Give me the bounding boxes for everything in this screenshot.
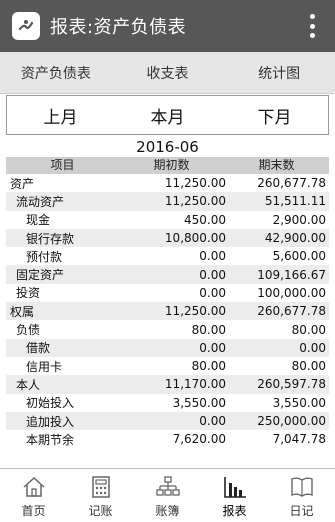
nav-record-label: 记账: [88, 504, 113, 518]
ledger-tree-icon: [155, 476, 180, 496]
row-begin: 0.00: [199, 267, 226, 282]
table-row[interactable]: 信用卡 80.00 80.00: [6, 357, 329, 375]
row-item: 本人: [16, 377, 41, 392]
row-begin: 3,550.00: [172, 395, 226, 410]
tab-statistics-chart[interactable]: 统计图: [223, 52, 335, 93]
row-begin: 80.00: [191, 359, 226, 374]
row-item: 权属: [10, 304, 35, 319]
nav-diary-label: 日记: [289, 504, 314, 518]
diary-book-icon: [290, 477, 313, 497]
row-begin: 80.00: [191, 322, 226, 337]
row-begin: 11,170.00: [164, 377, 226, 392]
table-row[interactable]: 流动资产 11,250.00 51,511.11: [6, 192, 329, 211]
row-end: 0.00: [299, 340, 326, 355]
row-item: 固定资产: [16, 268, 65, 283]
row-begin: 0.00: [199, 249, 226, 264]
table-row[interactable]: 银行存款 10,800.00 42,900.00: [6, 228, 329, 248]
period-selector: 上月 本月 下月: [6, 95, 329, 135]
header-begin: 期初数: [153, 158, 190, 172]
table-row[interactable]: 预付款 0.00 5,600.00: [6, 247, 329, 265]
row-begin: 450.00: [184, 212, 226, 227]
row-item: 借款: [26, 341, 51, 356]
row-item: 流动资产: [16, 194, 65, 209]
table-row[interactable]: 初始投入 3,550.00 3,550.00: [6, 394, 329, 412]
table-row[interactable]: 固定资产 0.00 109,166.67: [6, 265, 329, 284]
table-row[interactable]: 追加投入 0.00 250,000.00: [6, 411, 329, 431]
row-item: 初始投入: [26, 396, 75, 411]
bar-chart-icon: [223, 477, 246, 498]
app-bar: 报表:资产负债表: [0, 0, 335, 52]
table-row[interactable]: 借款 0.00 0.00: [6, 338, 329, 357]
row-end: 109,166.67: [257, 267, 326, 282]
row-end: 260,597.78: [257, 377, 326, 392]
nav-ledger[interactable]: 账簿: [134, 469, 201, 522]
row-end: 260,677.78: [257, 304, 326, 319]
balance-table: 项目 期初数 期末数 资产 11,250.00 260,677.78 流动资产 …: [6, 157, 329, 448]
nav-report[interactable]: 报表: [201, 469, 268, 522]
row-end: 42,900.00: [264, 231, 326, 246]
row-item: 信用卡: [26, 359, 63, 374]
row-item: 现金: [26, 213, 51, 228]
row-end: 51,511.11: [264, 194, 326, 209]
row-end: 80.00: [291, 359, 326, 374]
page-title: 报表:资产负债表: [50, 17, 187, 38]
row-end: 5,600.00: [272, 249, 326, 264]
row-end: 3,550.00: [272, 395, 326, 410]
header-item: 项目: [50, 158, 75, 172]
nav-diary[interactable]: 日记: [268, 469, 335, 522]
row-end: 7,047.78: [272, 432, 326, 447]
prev-month-button[interactable]: 上月: [7, 96, 114, 134]
row-item: 银行存款: [26, 231, 75, 246]
row-item: 追加投入: [26, 414, 75, 429]
row-end: 100,000.00: [257, 285, 326, 300]
row-end: 80.00: [291, 322, 326, 337]
next-month-button[interactable]: 下月: [221, 96, 328, 134]
row-begin: 11,250.00: [164, 194, 226, 209]
row-item: 资产: [10, 176, 35, 191]
calculator-icon: [91, 476, 110, 498]
row-begin: 11,250.00: [164, 304, 226, 319]
row-item: 预付款: [26, 249, 63, 264]
month-label: 2016-06: [136, 138, 199, 156]
bottom-nav: 首页 记账 账簿 报表 日记: [0, 468, 335, 522]
current-month-button[interactable]: 本月: [114, 96, 221, 134]
row-end: 260,677.78: [257, 176, 326, 191]
nav-ledger-label: 账簿: [155, 504, 180, 518]
header-end: 期末数: [258, 158, 295, 172]
nav-report-label: 报表: [222, 504, 247, 518]
row-item: 本期节余: [26, 432, 75, 447]
table-row[interactable]: 负债 80.00 80.00: [6, 320, 329, 338]
overflow-menu-icon[interactable]: [309, 14, 315, 38]
row-begin: 0.00: [199, 340, 226, 355]
row-item: 负债: [16, 323, 41, 338]
row-begin: 7,620.00: [172, 432, 226, 447]
table-row[interactable]: 本人 11,170.00 260,597.78: [6, 375, 329, 394]
row-item: 投资: [16, 286, 41, 301]
tab-income-expense[interactable]: 收支表: [112, 52, 224, 93]
table-header: 项目 期初数 期末数: [6, 157, 329, 174]
row-begin: 11,250.00: [164, 176, 226, 191]
table-row[interactable]: 资产 11,250.00 260,677.78: [6, 174, 329, 192]
nav-record[interactable]: 记账: [67, 469, 134, 522]
nav-home-label: 首页: [21, 504, 46, 518]
table-row[interactable]: 权属 11,250.00 260,677.78: [6, 302, 329, 321]
row-begin: 0.00: [199, 285, 226, 300]
tab-balance-sheet[interactable]: 资产负债表: [0, 52, 112, 93]
row-end: 250,000.00: [257, 414, 326, 428]
report-tabs: 资产负债表 收支表 统计图: [0, 52, 335, 94]
row-begin: 0.00: [199, 414, 226, 428]
row-begin: 10,800.00: [164, 231, 226, 246]
table-row[interactable]: 现金 450.00 2,900.00: [6, 211, 329, 229]
nav-home[interactable]: 首页: [0, 469, 67, 522]
home-icon: [22, 476, 45, 497]
table-row[interactable]: 投资 0.00 100,000.00: [6, 284, 329, 302]
table-row[interactable]: 本期节余 7,620.00 7,047.78: [6, 430, 329, 448]
row-end: 2,900.00: [272, 212, 326, 227]
app-logo-icon[interactable]: [12, 12, 40, 40]
